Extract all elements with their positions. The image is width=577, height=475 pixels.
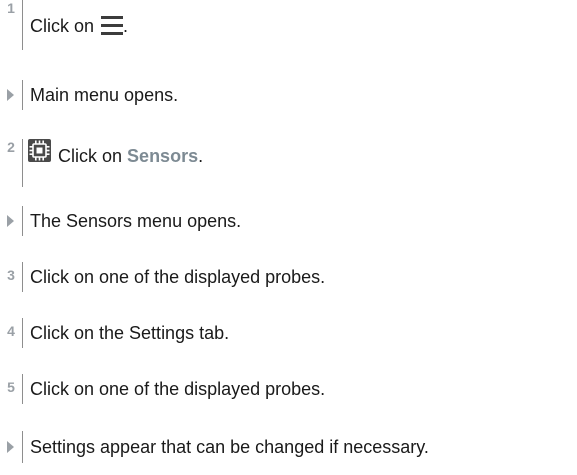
step-text-before: Click on — [58, 146, 123, 166]
step-text: Click on the Settings tab. — [30, 323, 230, 343]
step-divider — [22, 262, 23, 292]
step-4: 4 Click on the Settings tab. — [0, 318, 577, 348]
step-divider — [22, 431, 23, 463]
step-text: Click on . — [30, 15, 128, 37]
sensors-chip-icon — [28, 139, 51, 162]
step-number: 2 — [7, 139, 15, 155]
result-arrow-icon — [7, 441, 14, 453]
result-text: The Sensors menu opens. — [30, 211, 242, 231]
step-divider — [22, 374, 23, 404]
step-3: 3 Click on one of the displayed probes. — [0, 262, 577, 292]
step-divider — [22, 206, 23, 236]
result-3: Settings appear that can be changed if n… — [0, 431, 577, 463]
step-text-after: . — [198, 146, 204, 166]
sensors-link: Sensors — [127, 146, 199, 166]
instruction-page: { "steps": [ {"marker": "1", "kind": "nu… — [0, 0, 577, 475]
result-text: Settings appear that can be changed if n… — [30, 437, 429, 457]
step-1: 1 Click on . — [0, 0, 577, 50]
step-number: 5 — [7, 379, 15, 395]
step-5: 5 Click on one of the displayed probes. — [0, 374, 577, 404]
step-number: 3 — [7, 267, 15, 283]
result-text: Main menu opens. — [30, 85, 179, 105]
step-divider — [22, 139, 23, 187]
result-arrow-icon — [7, 89, 14, 101]
result-arrow-icon — [7, 215, 14, 227]
step-text: Click on Sensors. — [58, 145, 203, 167]
step-text-after: . — [123, 16, 129, 36]
result-1: Main menu opens. — [0, 80, 577, 110]
step-text-before: Click on — [30, 16, 95, 36]
hamburger-menu-icon — [101, 16, 124, 35]
step-divider — [22, 0, 23, 50]
step-number: 1 — [7, 0, 15, 16]
step-text: Click on one of the displayed probes. — [30, 379, 326, 399]
step-number: 4 — [7, 323, 15, 339]
step-text: Click on one of the displayed probes. — [30, 267, 326, 287]
step-2: 2 Click on Sensors. — [0, 139, 577, 187]
result-2: The Sensors menu opens. — [0, 206, 577, 236]
step-divider — [22, 80, 23, 110]
step-divider — [22, 318, 23, 348]
